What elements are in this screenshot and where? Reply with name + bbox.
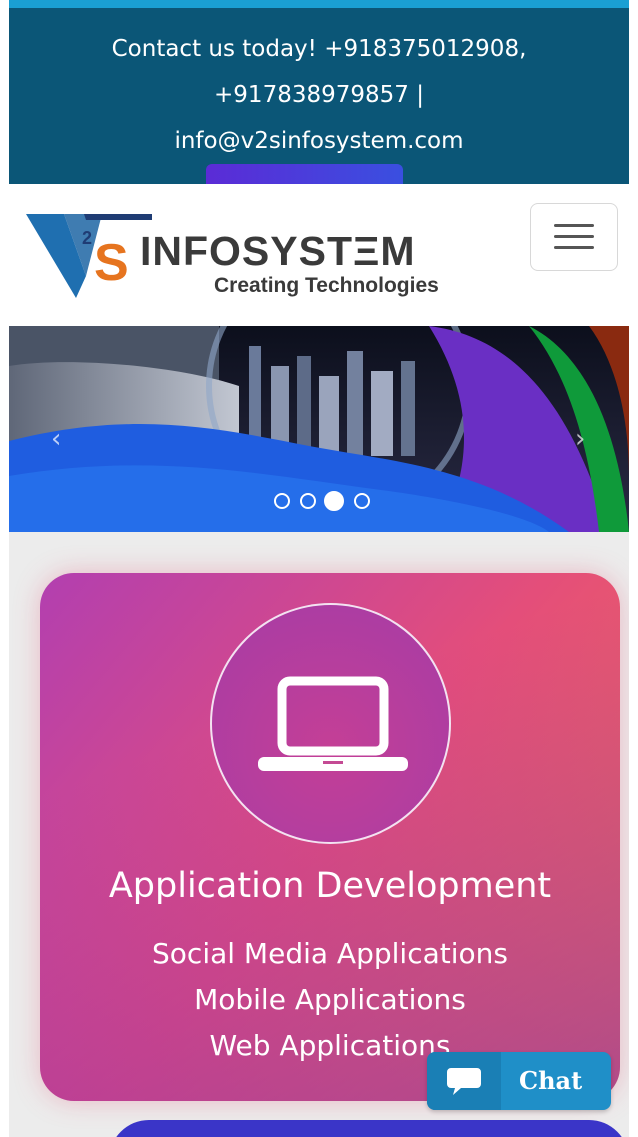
contact-email[interactable]: info@v2sinfosystem.com bbox=[9, 118, 629, 164]
hamburger-bar bbox=[554, 246, 594, 249]
hamburger-bar bbox=[554, 224, 594, 227]
contact-phone-line-1: Contact us today! +918375012908, bbox=[111, 36, 527, 62]
service-item: Social Media Applications bbox=[152, 937, 508, 970]
page-frame: Contact us today! +918375012908, +917838… bbox=[9, 0, 629, 1137]
carousel-next-icon[interactable]: › bbox=[575, 424, 585, 454]
top-accent-bar bbox=[9, 0, 629, 8]
chat-widget-button[interactable]: Chat bbox=[427, 1052, 611, 1110]
service-title: Application Development bbox=[108, 866, 552, 906]
site-logo[interactable]: 2 S INFOSYSTΞM Creating Technologies bbox=[24, 206, 444, 302]
contact-phone-line-2: +917838979857 | bbox=[214, 82, 424, 108]
carousel-indicator[interactable] bbox=[354, 493, 370, 509]
logo-tagline: Creating Technologies bbox=[214, 274, 439, 297]
svg-text:2: 2 bbox=[82, 228, 92, 248]
chat-label: Chat bbox=[519, 1066, 583, 1095]
navbar: 2 S INFOSYSTΞM Creating Technologies bbox=[9, 184, 629, 326]
chat-icon-box bbox=[427, 1052, 501, 1110]
service-card-application-development[interactable]: Application Development Social Media App… bbox=[40, 573, 620, 1101]
carousel-prev-icon[interactable]: ‹ bbox=[51, 424, 61, 454]
contact-topbar: Contact us today! +918375012908, +917838… bbox=[9, 8, 629, 186]
logo-brand-text: INFOSYSTΞM bbox=[140, 228, 416, 274]
laptop-icon bbox=[258, 676, 408, 771]
hero-carousel[interactable]: ‹ › bbox=[9, 326, 629, 532]
carousel-indicator[interactable] bbox=[300, 493, 316, 509]
carousel-indicators bbox=[274, 491, 394, 517]
menu-toggle-button[interactable] bbox=[530, 203, 618, 271]
service-icon-circle bbox=[210, 603, 451, 844]
carousel-indicator[interactable] bbox=[274, 493, 290, 509]
hamburger-bar bbox=[554, 235, 594, 238]
svg-text:S: S bbox=[94, 234, 129, 292]
topbar-tab[interactable] bbox=[206, 164, 403, 186]
service-item: Mobile Applications bbox=[194, 983, 466, 1016]
chat-bubble-icon bbox=[447, 1068, 481, 1095]
next-service-card[interactable] bbox=[109, 1120, 629, 1137]
carousel-indicator-active[interactable] bbox=[324, 491, 344, 511]
